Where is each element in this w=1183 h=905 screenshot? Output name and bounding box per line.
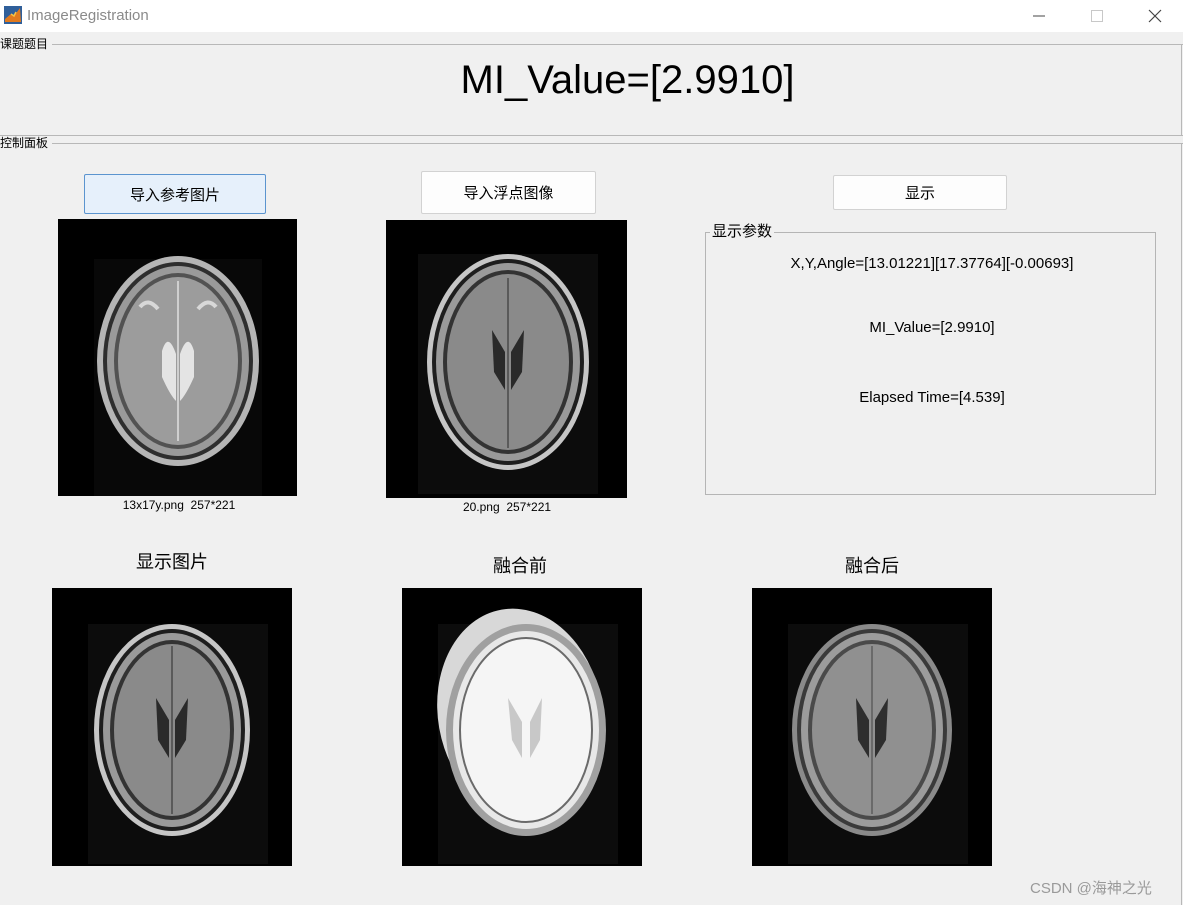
import-floating-button[interactable]: 导入浮点图像 bbox=[421, 171, 596, 214]
display-params-label: 显示参数 bbox=[710, 222, 775, 240]
reference-image bbox=[58, 219, 297, 496]
watermark: CSDN @海神之光 bbox=[1030, 880, 1152, 897]
maximize-button[interactable] bbox=[1068, 0, 1126, 32]
title-panel-border bbox=[0, 44, 1183, 45]
floating-image bbox=[386, 220, 627, 498]
window-title: ImageRegistration bbox=[27, 7, 149, 24]
import-reference-button[interactable]: 导入参考图片 bbox=[84, 174, 266, 214]
show-button[interactable]: 显示 bbox=[833, 175, 1007, 210]
control-panel-border bbox=[0, 143, 1183, 144]
title-panel-bottom-border bbox=[0, 135, 1183, 136]
display-image bbox=[52, 588, 292, 866]
page-title: MI_Value=[2.9910] bbox=[460, 58, 795, 102]
title-bar: ImageRegistration bbox=[0, 0, 1183, 32]
floating-image-caption: 20.png 257*221 bbox=[462, 500, 552, 514]
control-panel-right-border bbox=[1181, 143, 1182, 905]
display-image-title: 显示图片 bbox=[136, 552, 208, 573]
maximize-icon bbox=[1091, 10, 1103, 22]
control-panel-label: 控制面板 bbox=[0, 136, 53, 150]
after-fusion-title: 融合后 bbox=[845, 556, 899, 577]
matlab-icon bbox=[4, 6, 22, 24]
close-button[interactable] bbox=[1126, 0, 1183, 32]
reference-image-caption: 13x17y.png 257*221 bbox=[122, 498, 236, 512]
after-fusion-image bbox=[752, 588, 992, 866]
before-fusion-image bbox=[402, 588, 642, 866]
close-icon bbox=[1148, 9, 1162, 23]
elapsed-time-readout: Elapsed Time=[4.539] bbox=[859, 389, 1005, 406]
xy-angle-readout: X,Y,Angle=[13.01221][17.37764][-0.00693] bbox=[790, 255, 1074, 272]
before-fusion-title: 融合前 bbox=[493, 556, 547, 577]
minimize-button[interactable] bbox=[1010, 0, 1068, 32]
minimize-icon bbox=[1033, 15, 1045, 17]
mi-value-readout: MI_Value=[2.9910] bbox=[869, 319, 995, 336]
title-panel-label: 课题题目 bbox=[0, 37, 53, 51]
